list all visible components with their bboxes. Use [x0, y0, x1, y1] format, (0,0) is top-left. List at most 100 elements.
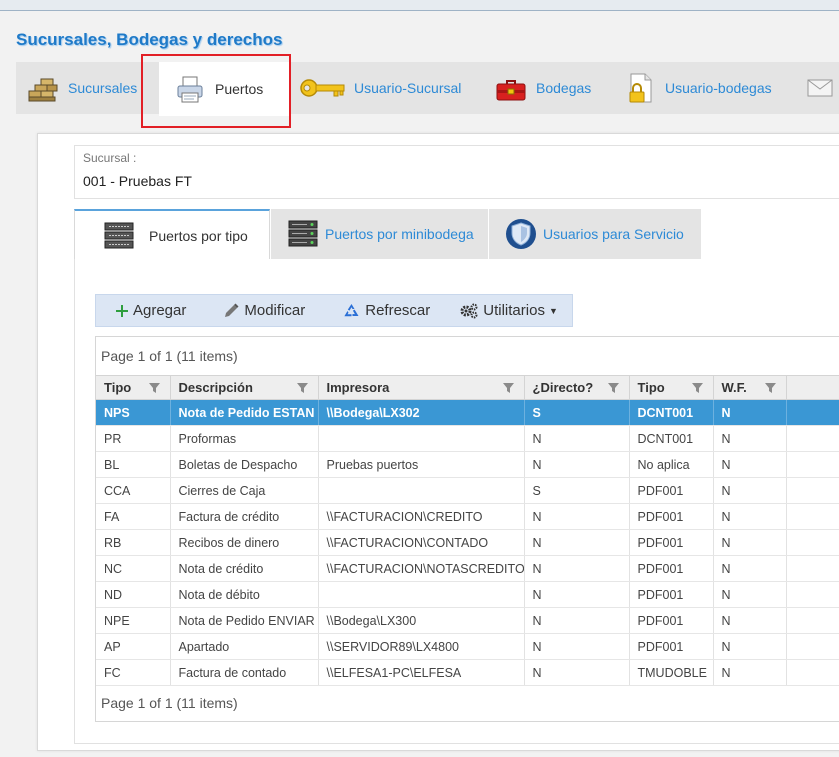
table-cell: \\FACTURACION\NOTASCREDITO: [318, 555, 525, 582]
column-header[interactable]: Impresora: [318, 375, 525, 400]
ports-grid: Page 1 of 1 (11 items) Tipo Descripción Im…: [95, 336, 839, 722]
table-row[interactable]: NPS Nota de Pedido ESTAN \\Bodega\LX302 S DC…: [96, 399, 839, 426]
shield-icon: [505, 218, 537, 250]
bricks-icon: [26, 71, 60, 105]
edit-button[interactable]: Modificar: [204, 302, 323, 319]
table-row[interactable]: PR Proformas N DCNT001 N: [96, 425, 839, 452]
table-cell: [318, 477, 525, 504]
table-cell: \\SERVIDOR89\LX4800: [318, 633, 525, 660]
table-cell: TMUDOBLE: [629, 659, 714, 686]
table-cell: Boletas de Despacho: [170, 451, 319, 478]
table-cell: CCA: [96, 477, 171, 504]
table-cell: N: [713, 659, 787, 686]
filter-icon[interactable]: [607, 382, 619, 397]
table-cell: N: [713, 425, 787, 452]
envelope-icon: [806, 71, 834, 105]
table-cell: N: [713, 633, 787, 660]
table-row[interactable]: FC Factura de contado \\ELFESA1-PC\ELFESA N…: [96, 659, 839, 686]
tab-usuario-sucursal[interactable]: Usuario-Sucursal: [300, 62, 476, 114]
table-cell: PDF001: [629, 633, 714, 660]
table-cell-spacer: [786, 451, 839, 478]
table-cell: PDF001: [629, 555, 714, 582]
filter-icon[interactable]: [148, 382, 160, 397]
table-cell: N: [713, 399, 787, 426]
table-cell: No aplica: [629, 451, 714, 478]
plus-icon: [116, 304, 128, 317]
table-cell-spacer: [786, 659, 839, 686]
sucursal-value: 001 - Pruebas FT: [83, 173, 192, 189]
tab-puertos[interactable]: Puertos: [159, 62, 289, 116]
add-button[interactable]: Agregar: [96, 302, 204, 319]
column-header[interactable]: Tipo: [96, 375, 171, 400]
toolbox-icon: [494, 71, 528, 105]
sucursal-field[interactable]: Sucursal : 001 - Pruebas FT: [74, 145, 839, 199]
ports-table: Tipo Descripción Impresora ¿Directo? Tipo W.F…: [96, 375, 839, 686]
table-cell: \\Bodega\LX302: [318, 399, 525, 426]
table-cell: NPS: [96, 399, 171, 426]
tab-usuario-bodegas[interactable]: Usuario-bodegas: [623, 62, 788, 114]
table-row[interactable]: FA Factura de crédito \\FACTURACION\CREDIT…: [96, 503, 839, 530]
table-cell: \\FACTURACION\CREDITO: [318, 503, 525, 530]
filter-icon[interactable]: [764, 382, 776, 397]
table-cell: Cierres de Caja: [170, 477, 319, 504]
column-header[interactable]: W.F.: [713, 375, 787, 400]
table-cell-spacer: [786, 529, 839, 556]
table-cell: NC: [96, 555, 171, 582]
column-header[interactable]: Descripción: [170, 375, 319, 400]
table-cell: PDF001: [629, 477, 714, 504]
table-cell: N: [713, 477, 787, 504]
lock-document-icon: [623, 71, 657, 105]
table-cell: FA: [96, 503, 171, 530]
table-row[interactable]: RB Recibos de dinero \\FACTURACION\CONTADO…: [96, 529, 839, 556]
tab-mensajes[interactable]: [806, 62, 839, 114]
tab-puertos-por-minibodega[interactable]: Puertos por minibodega: [271, 209, 488, 259]
tab-usuarios-para-servicio[interactable]: Usuarios para Servicio: [489, 209, 701, 259]
table-cell: Apartado: [170, 633, 319, 660]
table-cell: ND: [96, 581, 171, 608]
table-row[interactable]: CCA Cierres de Caja S PDF001 N: [96, 477, 839, 504]
table-cell: PDF001: [629, 529, 714, 556]
tab-puertos-por-tipo[interactable]: Puertos por tipo: [74, 209, 270, 260]
column-header[interactable]: ¿Directo?: [524, 375, 630, 400]
tab-label: Puertos por minibodega: [325, 226, 474, 242]
table-row[interactable]: NC Nota de crédito \\FACTURACION\NOTASCRED…: [96, 555, 839, 582]
table-cell: PDF001: [629, 581, 714, 608]
table-cell: BL: [96, 451, 171, 478]
sucursal-label: Sucursal :: [83, 151, 137, 165]
table-row[interactable]: AP Apartado \\SERVIDOR89\LX4800 N PDF001 N: [96, 633, 839, 660]
table-cell: N: [524, 633, 630, 660]
table-cell: S: [524, 477, 630, 504]
tab-bodegas[interactable]: Bodegas: [494, 62, 604, 114]
caret-down-icon: ▼: [548, 305, 558, 316]
table-cell: NPE: [96, 607, 171, 634]
utilities-dropdown[interactable]: Utilitarios ▼: [448, 302, 576, 319]
table-cell: Nota de débito: [170, 581, 319, 608]
table-row[interactable]: BL Boletas de Despacho Pruebas puertos N No …: [96, 451, 839, 478]
column-header[interactable]: Tipo: [629, 375, 714, 400]
table-cell: S: [524, 399, 630, 426]
table-cell-spacer: [786, 633, 839, 660]
server-rack-icon: [103, 220, 135, 252]
tab-sucursales[interactable]: Sucursales: [26, 62, 148, 114]
filter-icon[interactable]: [296, 382, 308, 397]
key-icon: [300, 71, 346, 105]
table-row[interactable]: ND Nota de débito N PDF001 N: [96, 581, 839, 608]
table-cell: Nota de Pedido ESTAN: [170, 399, 319, 426]
filter-icon[interactable]: [691, 382, 703, 397]
table-cell-spacer: [786, 555, 839, 582]
refresh-button[interactable]: Refrescar: [323, 302, 448, 319]
table-cell: N: [524, 607, 630, 634]
table-row[interactable]: NPE Nota de Pedido ENVIAR \\Bodega\LX300 N P…: [96, 607, 839, 634]
table-cell: N: [524, 659, 630, 686]
table-cell: \\Bodega\LX300: [318, 607, 525, 634]
table-cell: Recibos de dinero: [170, 529, 319, 556]
table-cell: N: [713, 503, 787, 530]
table-cell: DCNT001: [629, 425, 714, 452]
table-cell: [318, 425, 525, 452]
table-cell: Proformas: [170, 425, 319, 452]
filter-icon[interactable]: [502, 382, 514, 397]
tab-label: Bodegas: [536, 80, 592, 96]
table-cell: Factura de contado: [170, 659, 319, 686]
table-cell: \\FACTURACION\CONTADO: [318, 529, 525, 556]
table-cell: N: [713, 607, 787, 634]
